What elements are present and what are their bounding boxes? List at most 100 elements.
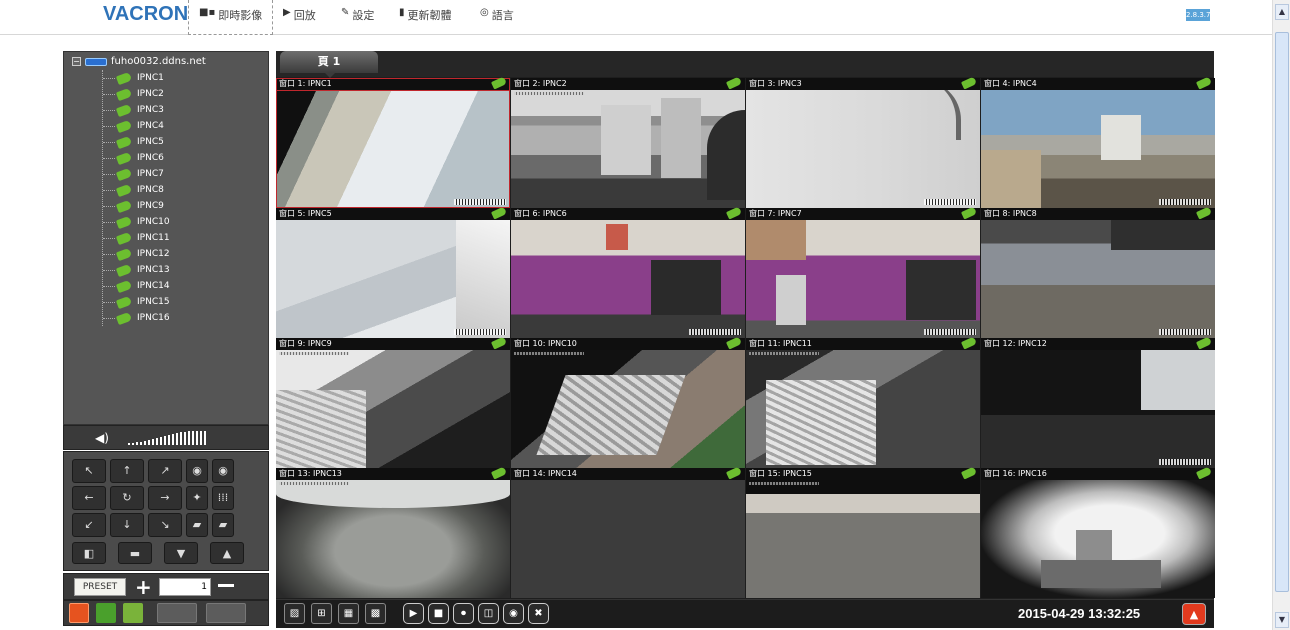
flag-icon[interactable] [206,603,246,623]
window-title: 窗口 5: IPNC5 [276,208,510,220]
ptz-up-button[interactable]: ↑ [110,459,144,483]
video-window-12[interactable]: 窗口 12: IPNC12 [981,336,1215,468]
ptz-up-left-button[interactable]: ↖ [72,459,106,483]
preset-number-input[interactable]: 1 [159,578,211,596]
camera-setup-icon[interactable] [123,603,143,623]
zoom-out-button[interactable]: ◉ [212,459,234,483]
scroll-thumb[interactable] [1275,32,1289,592]
rs485-icon[interactable] [96,603,116,623]
video-window-15[interactable]: 窗口 15: IPNC15 [746,466,980,598]
tree-item-ipnc14[interactable]: IPNC14 [103,278,170,294]
volume-slider[interactable] [128,431,206,445]
tree-item-ipnc4[interactable]: IPNC4 [103,118,170,134]
video-window-3[interactable]: 窗口 3: IPNC3 [746,76,980,208]
window-title: 窗口 10: IPNC10 [511,338,745,350]
tree-item-ipnc15[interactable]: IPNC15 [103,294,170,310]
preset-button[interactable]: PRESET [74,578,126,596]
ptz-center-button[interactable]: ▬ [118,542,152,564]
video-window-13[interactable]: 窗口 13: IPNC13 [276,466,510,598]
timestamp-overlay [514,92,584,95]
tree-item-ipnc10[interactable]: IPNC10 [103,214,170,230]
ptz-down-button[interactable]: ↓ [110,513,144,537]
return-icon[interactable] [157,603,197,623]
video-window-6[interactable]: 窗口 6: IPNC6 [511,206,745,338]
scroll-down-button[interactable]: ▼ [1275,612,1289,628]
tree-item-ipnc1[interactable]: IPNC1 [103,70,170,86]
nav-language[interactable]: ◎ 語言 [480,0,514,35]
layout-1-button[interactable]: ▨ [284,603,305,624]
play-button[interactable]: ▶ [403,603,424,624]
video-window-5[interactable]: 窗口 5: IPNC5 [276,206,510,338]
focus-far-button[interactable]: ⁞⁞⁞ [212,486,234,510]
tree-item-ipnc3[interactable]: IPNC3 [103,102,170,118]
video-window-4[interactable]: 窗口 4: IPNC4 [981,76,1215,208]
tree-item-ipnc16[interactable]: IPNC16 [103,310,170,326]
nav-firmware-update[interactable]: ▮ 更新韌體 [399,0,452,35]
tree-item-ipnc13[interactable]: IPNC13 [103,262,170,278]
ptz-tilt-up-button[interactable]: ▲ [210,542,244,564]
tree-item-label: IPNC4 [137,121,164,131]
tree-item-ipnc8[interactable]: IPNC8 [103,182,170,198]
tools-button[interactable]: ✖ [528,603,549,624]
video-window-9[interactable]: 窗口 9: IPNC9 [276,336,510,468]
tree-root-node[interactable]: − fuho0032.ddns.net [72,56,206,67]
ptz-down-left-button[interactable]: ↙ [72,513,106,537]
scroll-to-top-button[interactable]: ▲ [1182,603,1206,625]
nav-live-view[interactable]: ■▪ 即時影像 [188,0,274,35]
list-icon[interactable] [69,603,89,623]
preset-add-button[interactable]: + [135,575,152,599]
ptz-left-button[interactable]: ← [72,486,106,510]
tree-item-ipnc11[interactable]: IPNC11 [103,230,170,246]
video-window-1[interactable]: 窗口 1: IPNC1 [276,76,510,208]
tree-item-ipnc12[interactable]: IPNC12 [103,246,170,262]
nav-settings[interactable]: ✎ 設定 [341,0,374,35]
video-feed [276,220,510,338]
nav-playback[interactable]: ▶ 回放 [283,0,316,35]
play-icon: ▶ [283,7,291,18]
video-feed [981,480,1215,598]
tree-item-ipnc2[interactable]: IPNC2 [103,86,170,102]
preset-remove-button[interactable] [218,584,234,587]
stop-button[interactable]: ■ [428,603,449,624]
tree-item-ipnc9[interactable]: IPNC9 [103,198,170,214]
video-window-14[interactable]: 窗口 14: IPNC14 [511,466,745,598]
ptz-left-panel-button[interactable]: ◧ [72,542,106,564]
tree-item-ipnc7[interactable]: IPNC7 [103,166,170,182]
audio-button[interactable]: ◉ [503,603,524,624]
video-window-11[interactable]: 窗口 11: IPNC11 [746,336,980,468]
iris-open-button[interactable]: ▰ [186,513,208,537]
layout-9-button[interactable]: ▦ [338,603,359,624]
tree-item-label: IPNC11 [137,233,170,243]
tree-item-ipnc6[interactable]: IPNC6 [103,150,170,166]
video-window-2[interactable]: 窗口 2: IPNC2 [511,76,745,208]
ptz-down-right-button[interactable]: ↘ [148,513,182,537]
layout-16-button[interactable]: ▩ [365,603,386,624]
camera-icon [115,215,133,229]
snapshot-button[interactable]: ◫ [478,603,499,624]
video-window-8[interactable]: 窗口 8: IPNC8 [981,206,1215,338]
video-area: 頁 1 窗口 1: IPNC1 窗口 2: IPNC2 窗口 3: IPNC3 … [276,51,1215,628]
ptz-up-right-button[interactable]: ↗ [148,459,182,483]
tree-item-ipnc5[interactable]: IPNC5 [103,134,170,150]
video-window-7[interactable]: 窗口 7: IPNC7 [746,206,980,338]
tree-item-label: IPNC5 [137,137,164,147]
zoom-in-button[interactable]: ◉ [186,459,208,483]
collapse-toggle-icon[interactable]: − [72,57,81,66]
page-scrollbar[interactable]: ▲ ▼ [1272,0,1290,630]
iris-close-button[interactable]: ▰ [212,513,234,537]
ptz-right-button[interactable]: → [148,486,182,510]
window-title: 窗口 3: IPNC3 [746,78,980,90]
page-tab-1[interactable]: 頁 1 [280,51,378,73]
video-window-10[interactable]: 窗口 10: IPNC10 [511,336,745,468]
ptz-auto-pan-button[interactable]: ↻ [110,486,144,510]
focus-near-button[interactable]: ✦ [186,486,208,510]
ptz-tilt-down-button[interactable]: ▼ [164,542,198,564]
video-feed [746,90,980,208]
record-button[interactable]: ⏺ [453,603,474,624]
video-window-16[interactable]: 窗口 16: IPNC16 [981,466,1215,598]
speaker-icon[interactable]: ◀) [95,431,109,445]
layout-4-button[interactable]: ⊞ [311,603,332,624]
window-title: 窗口 12: IPNC12 [981,338,1215,350]
scroll-up-button[interactable]: ▲ [1275,4,1289,20]
nav-live-view-label: 即時影像 [218,9,263,22]
